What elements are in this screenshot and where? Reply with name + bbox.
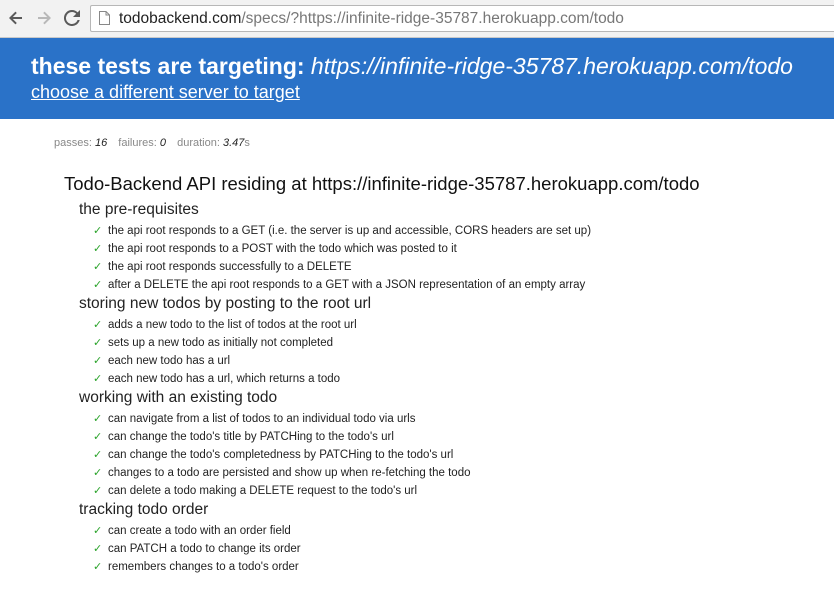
reload-icon[interactable] (62, 8, 82, 28)
checkmark-icon: ✓ (93, 243, 103, 255)
checkmark-icon: ✓ (93, 261, 103, 273)
checkmark-icon: ✓ (93, 413, 103, 425)
test-item[interactable]: ✓ can delete a todo making a DELETE reque… (79, 482, 819, 500)
test-item[interactable]: ✓ adds a new todo to the list of todos at… (79, 316, 819, 334)
suite-title[interactable]: storing new todos by posting to the root… (79, 295, 819, 312)
checkmark-icon: ✓ (93, 449, 103, 461)
failures-count: 0 (159, 137, 167, 149)
test-title: can change the todo's title by PATCHing … (108, 431, 394, 443)
url-path: /specs/?https://infinite-ridge-35787.her… (241, 10, 624, 27)
failures-stat: failures: 0 (118, 137, 167, 149)
test-item[interactable]: ✓ the api root responds to a POST with th… (79, 240, 819, 258)
test-title: remembers changes to a todo's order (108, 561, 299, 573)
test-title: sets up a new todo as initially not comp… (108, 337, 334, 349)
test-title: the api root responds to a POST with the… (108, 243, 457, 255)
test-item[interactable]: ✓ can navigate from a list of todos to an… (79, 410, 819, 428)
suite-title[interactable]: the pre-requisites (79, 201, 819, 218)
checkmark-icon: ✓ (93, 543, 103, 555)
test-title: can change the todo's completedness by P… (108, 449, 454, 461)
suite-title[interactable]: working with an existing todo (79, 389, 819, 406)
checkmark-icon: ✓ (93, 319, 103, 331)
checkmark-icon: ✓ (93, 279, 103, 291)
test-item[interactable]: ✓ each new todo has a url (79, 352, 819, 370)
test-title: can PATCH a todo to change its order (108, 543, 301, 555)
duration-value: 3.47 (222, 137, 245, 149)
duration-unit: s (244, 137, 250, 149)
checkmark-icon: ✓ (93, 225, 103, 237)
test-suite: working with an existing todo ✓ can naviga… (79, 389, 819, 500)
test-item[interactable]: ✓ sets up a new todo as initially not com… (79, 334, 819, 352)
test-suite: tracking todo order ✓ can create a todo wi… (79, 501, 819, 576)
browser-toolbar: todobackend.com/specs/?https://infinite-… (0, 0, 834, 38)
page-icon (99, 11, 110, 25)
choose-server-link[interactable]: choose a different server to target (31, 82, 300, 103)
test-title: adds a new todo to the list of todos at … (108, 319, 357, 331)
test-item[interactable]: ✓ after a DELETE the api root responds to… (79, 276, 819, 294)
checkmark-icon: ✓ (93, 337, 103, 349)
forward-arrow-icon[interactable] (34, 8, 54, 28)
checkmark-icon: ✓ (93, 561, 103, 573)
test-item[interactable]: ✓ can change the todo's completedness by … (79, 446, 819, 464)
back-arrow-icon[interactable] (6, 8, 26, 28)
suite-title[interactable]: tracking todo order (79, 501, 819, 518)
test-title: each new todo has a url, which returns a… (108, 373, 341, 385)
test-title: can delete a todo making a DELETE reques… (108, 485, 418, 497)
checkmark-icon: ✓ (93, 355, 103, 367)
banner-label: these tests are targeting: (31, 53, 305, 79)
url-text: todobackend.com/specs/?https://infinite-… (119, 10, 624, 28)
test-title: the api root responds successfully to a … (108, 261, 352, 273)
checkmark-icon: ✓ (93, 373, 103, 385)
checkmark-icon: ✓ (93, 431, 103, 443)
test-item[interactable]: ✓ each new todo has a url, which returns … (79, 370, 819, 388)
test-item[interactable]: ✓ can change the todo's title by PATCHing… (79, 428, 819, 446)
test-item[interactable]: ✓ the api root responds to a GET (i.e. th… (79, 222, 819, 240)
duration-stat: duration: 3.47s (177, 137, 250, 149)
checkmark-icon: ✓ (93, 525, 103, 537)
banner-heading: these tests are targeting: https://infin… (31, 53, 793, 80)
test-title: can navigate from a list of todos to an … (108, 413, 416, 425)
banner-target-url: https://infinite-ridge-35787.herokuapp.c… (310, 53, 793, 79)
test-stats: passes: 16 failures: 0 duration: 3.47s (54, 137, 258, 149)
passes-count: 16 (94, 137, 108, 149)
target-banner: these tests are targeting: https://infin… (0, 38, 834, 119)
test-title: changes to a todo are persisted and show… (108, 467, 471, 479)
test-title: can create a todo with an order field (108, 525, 291, 537)
test-item[interactable]: ✓ remembers changes to a todo's order (79, 558, 819, 576)
root-suite-title[interactable]: Todo-Backend API residing at https://inf… (64, 173, 700, 195)
test-item[interactable]: ✓ can create a todo with an order field (79, 522, 819, 540)
checkmark-icon: ✓ (93, 467, 103, 479)
passes-stat: passes: 16 (54, 137, 108, 149)
test-title: after a DELETE the api root responds to … (108, 279, 586, 291)
checkmark-icon: ✓ (93, 485, 103, 497)
test-suite: storing new todos by posting to the root… (79, 295, 819, 388)
test-suite: the pre-requisites ✓ the api root responds… (79, 201, 819, 294)
test-title: each new todo has a url (108, 355, 231, 367)
suite-list: the pre-requisites ✓ the api root responds… (79, 201, 819, 577)
test-item[interactable]: ✓ can PATCH a todo to change its order (79, 540, 819, 558)
test-item[interactable]: ✓ the api root responds successfully to a… (79, 258, 819, 276)
url-host: todobackend.com (119, 10, 242, 27)
address-bar[interactable]: todobackend.com/specs/?https://infinite-… (90, 5, 834, 32)
test-title: the api root responds to a GET (i.e. the… (108, 225, 592, 237)
test-item[interactable]: ✓ changes to a todo are persisted and sho… (79, 464, 819, 482)
